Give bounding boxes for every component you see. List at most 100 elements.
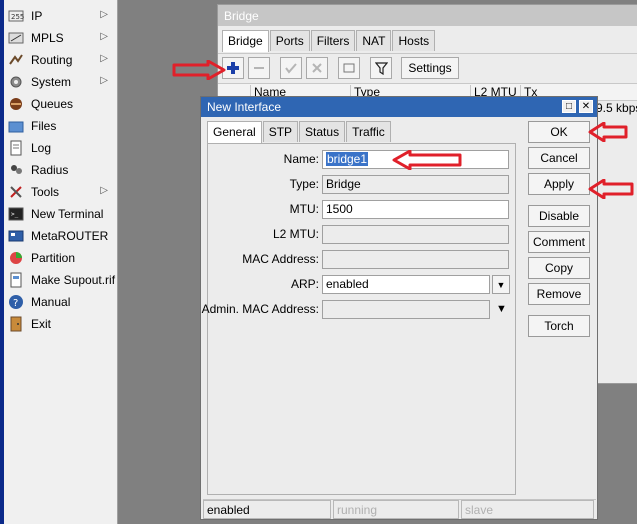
menu-item-new-terminal[interactable]: >_ New Terminal [4, 203, 118, 225]
comment-interface-button[interactable]: Comment [528, 231, 590, 253]
svg-text:255: 255 [11, 13, 24, 21]
cross-icon [312, 63, 322, 73]
menu-item-exit[interactable]: Exit [4, 313, 118, 335]
menu-item-partition[interactable]: Partition [4, 247, 118, 269]
general-panel: Name: bridge1 Type: Bridge MTU: 1500 L2 … [202, 143, 516, 495]
mtu-label: MTU: [289, 202, 319, 216]
settings-button[interactable]: Settings [401, 57, 459, 79]
menu-item-label: MPLS [31, 31, 64, 45]
plus-icon [227, 62, 239, 74]
mpls-icon [8, 30, 24, 46]
name-label: Name: [283, 152, 319, 166]
comment-button[interactable] [338, 57, 360, 79]
tools-icon [8, 184, 24, 200]
mac-address-label: MAC Address: [242, 252, 319, 266]
type-label: Type: [289, 177, 319, 191]
annotation-arrow-add [172, 60, 226, 80]
tab-stp[interactable]: STP [262, 121, 299, 142]
menu-item-make-supout-rif[interactable]: Make Supout.rif [4, 269, 118, 291]
mtu-input[interactable]: 1500 [322, 200, 509, 219]
annotation-arrow-name [392, 150, 462, 170]
menu-item-queues[interactable]: Queues [4, 93, 118, 115]
cancel-button[interactable]: Cancel [528, 147, 590, 169]
tab-status[interactable]: Status [299, 121, 346, 142]
submenu-arrow-icon: ▷ [100, 9, 108, 20]
menu-item-label: Partition [31, 251, 76, 265]
partition-icon [8, 250, 24, 266]
status-running: running [333, 500, 459, 519]
mac-address-value [322, 250, 509, 269]
tab-general[interactable]: General [207, 121, 262, 143]
annotation-arrow-ok [588, 122, 628, 142]
copy-button[interactable]: Copy [528, 257, 590, 279]
admin-mac-label: Admin. MAC Address: [201, 302, 319, 316]
radius-icon [8, 162, 24, 178]
close-button[interactable]: ✕ [579, 100, 593, 113]
log-icon [8, 140, 24, 156]
remove-button[interactable] [248, 57, 270, 79]
menu-item-label: Tools [31, 185, 60, 199]
filter-button[interactable] [370, 57, 392, 79]
supout-icon [8, 272, 24, 288]
torch-button[interactable]: Torch [528, 315, 590, 337]
menu-item-label: Radius [31, 163, 69, 177]
tab-filters[interactable]: Filters [310, 30, 356, 51]
tab-traffic[interactable]: Traffic [346, 121, 391, 142]
svg-text:?: ? [13, 298, 18, 309]
bridge-tabs: Bridge Ports Filters NAT Hosts [218, 26, 637, 52]
annotation-arrow-apply [588, 179, 634, 199]
admin-mac-input[interactable] [322, 300, 490, 319]
menu-item-tools[interactable]: Tools ▷ [4, 181, 118, 203]
menu-item-mpls[interactable]: MPLS ▷ [4, 27, 118, 49]
submenu-arrow-icon: ▷ [100, 31, 108, 42]
menu-item-label: Queues [31, 97, 74, 111]
menu-item-metarouter[interactable]: MetaROUTER [4, 225, 118, 247]
disable-button[interactable] [306, 57, 328, 79]
terminal-icon: >_ [8, 206, 24, 222]
menu-item-label: Log [31, 141, 52, 155]
menu-item-ip[interactable]: 255 IP ▷ [4, 5, 118, 27]
menu-item-label: Files [31, 119, 57, 133]
ok-button[interactable]: OK [528, 121, 590, 143]
arp-dropdown-button[interactable]: ▼ [492, 275, 510, 294]
menu-item-radius[interactable]: Radius [4, 159, 118, 181]
dropdown-arrow-icon: ▼ [496, 279, 506, 290]
arp-select[interactable]: enabled [322, 275, 490, 294]
folder-icon [8, 118, 24, 134]
minus-icon [254, 67, 264, 69]
tab-nat[interactable]: NAT [356, 30, 392, 51]
close-icon: ✕ [581, 101, 591, 112]
type-value: Bridge [322, 175, 509, 194]
status-slave: slave [461, 500, 594, 519]
tab-ports[interactable]: Ports [269, 30, 310, 51]
menu-item-label: IP [31, 9, 43, 23]
svg-text:>_: >_ [11, 211, 19, 218]
menu-item-manual[interactable]: ? Manual [4, 291, 118, 313]
bridge-toolbar: Settings [218, 53, 637, 83]
maximize-button[interactable]: □ [562, 100, 576, 113]
check-icon [285, 63, 297, 74]
submenu-arrow-icon: ▷ [100, 75, 108, 86]
remove-interface-button[interactable]: Remove [528, 283, 590, 305]
menu-item-label: MetaROUTER [31, 229, 109, 243]
enable-button[interactable] [280, 57, 302, 79]
menu-item-log[interactable]: Log [4, 137, 118, 159]
menu-item-system[interactable]: System ▷ [4, 71, 118, 93]
filter-icon [374, 61, 388, 75]
menu-item-files[interactable]: Files [4, 115, 118, 137]
admin-mac-dropdown-icon[interactable]: ▼ [496, 303, 507, 315]
tab-bridge[interactable]: Bridge [222, 30, 269, 52]
dialog-titlebar[interactable]: New Interface □ ✕ [201, 97, 597, 117]
disable-interface-button[interactable]: Disable [528, 205, 590, 227]
tab-hosts[interactable]: Hosts [392, 30, 436, 51]
submenu-arrow-icon: ▷ [100, 185, 108, 196]
help-icon: ? [8, 294, 24, 310]
metarouter-icon [8, 228, 24, 244]
gear-icon [8, 74, 24, 90]
menu-item-routing[interactable]: Routing ▷ [4, 49, 118, 71]
arp-label: ARP: [290, 277, 319, 291]
dialog-title: New Interface [207, 100, 282, 114]
apply-button[interactable]: Apply [528, 173, 590, 195]
bridge-window-title[interactable]: Bridge [218, 5, 637, 26]
menu-item-label: System [31, 75, 72, 89]
